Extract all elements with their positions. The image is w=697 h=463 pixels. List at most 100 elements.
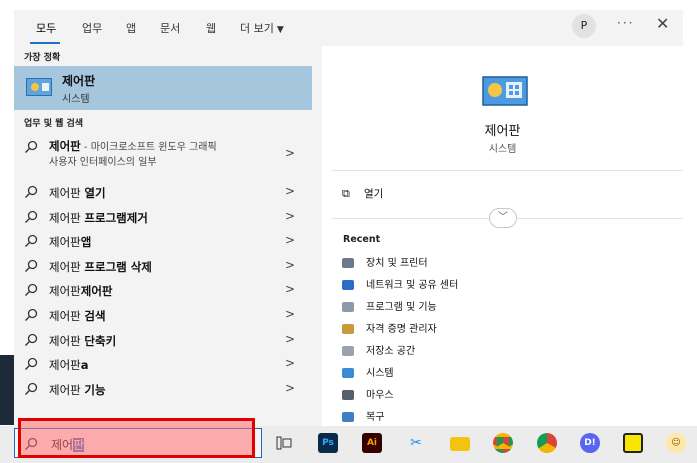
recent-item-credentials[interactable]: 자격 증명 관리자 <box>342 320 437 335</box>
recent-item-label: 장치 및 프린터 <box>366 258 428 269</box>
suggestion-text: 제어판 프로그램제거 <box>49 210 148 226</box>
storage-icon <box>342 346 354 356</box>
task-view-icon[interactable] <box>276 435 292 451</box>
search-icon <box>25 283 38 296</box>
tab-all[interactable]: 모두 <box>36 20 56 36</box>
search-icon <box>25 140 38 153</box>
chevron-right-icon[interactable]: > <box>285 307 295 321</box>
search-icon <box>25 210 38 223</box>
suggestion-text: 제어판 검색 <box>49 308 106 324</box>
suggestion-text: 제어판 기능 <box>49 382 106 398</box>
suggestion-row[interactable]: 제어판a > <box>14 353 312 377</box>
tab-apps[interactable]: 앱 <box>126 20 136 36</box>
suggestion-text: 제어판 프로그램 삭제 <box>49 259 152 275</box>
suggestion-base: 제어판 <box>49 284 81 298</box>
suggestion-base: 제어판 <box>49 211 85 225</box>
credential-icon <box>342 324 354 334</box>
web-result-suffix: - 마이크로소프트 윈도우 그래픽 <box>80 142 217 153</box>
suggestion-base: 제어판 <box>49 383 85 397</box>
search-icon <box>25 333 38 346</box>
tab-web[interactable]: 웹 <box>206 20 216 36</box>
web-result-row[interactable]: 제어판 - 마이크로소프트 윈도우 그래픽 사용자 인터페이스의 일부 > <box>14 136 312 172</box>
suggestion-text: 제어판 단축키 <box>49 333 116 349</box>
suggestion-bold: 앱 <box>80 235 92 249</box>
web-search-heading: 업무 및 웹 검색 <box>24 119 84 129</box>
expand-button[interactable]: ﹀ <box>489 208 517 228</box>
chevron-right-icon[interactable]: > <box>285 332 295 346</box>
suggestion-bold: 기능 <box>84 383 106 397</box>
suggestion-row[interactable]: 제어판 열기 > <box>14 181 312 205</box>
suggestion-base: 제어판 <box>49 334 85 348</box>
close-button[interactable]: ✕ <box>656 14 669 33</box>
chevron-right-icon[interactable]: > <box>285 146 295 160</box>
web-result-line2: 사용자 인터페이스의 일부 <box>49 157 157 168</box>
recent-item-label: 복구 <box>366 412 385 423</box>
suggestion-text: 제어판a <box>49 357 89 373</box>
emoji-app-icon[interactable]: ☺ <box>666 433 686 453</box>
results-list: 가장 정확 제어판 시스템 업무 및 웹 검색 제어판 - 마이크로소프트 윈도… <box>14 46 312 426</box>
recent-item-network[interactable]: 네트워크 및 공유 센터 <box>342 276 458 291</box>
tab-documents[interactable]: 문서 <box>160 20 180 36</box>
chevron-right-icon[interactable]: > <box>285 381 295 395</box>
recent-item-recovery[interactable]: 복구 <box>342 408 384 423</box>
highlight-box <box>18 418 255 458</box>
suggestion-bold: 프로그램제거 <box>84 211 148 225</box>
tab-more-label: 더 보기 <box>240 22 274 35</box>
search-panel: 모두 업무 앱 문서 웹 더 보기 ▼ P ··· ✕ 가장 정확 제어판 시스템… <box>14 10 683 426</box>
suggestion-base: 제어판 <box>49 260 85 274</box>
chevron-right-icon[interactable]: > <box>285 209 295 223</box>
photoshop-icon[interactable]: Ps <box>318 433 338 453</box>
suggestion-row[interactable]: 제어판제어판 > <box>14 279 312 303</box>
recovery-icon <box>342 412 354 422</box>
suggestion-row[interactable]: 제어판 프로그램제거 > <box>14 206 312 230</box>
file-explorer-icon[interactable] <box>450 437 470 451</box>
recent-item-label: 마우스 <box>366 390 394 401</box>
tab-more[interactable]: 더 보기 ▼ <box>240 20 284 36</box>
chevron-right-icon[interactable]: > <box>285 258 295 272</box>
recent-item-label: 시스템 <box>366 368 394 379</box>
best-match-item[interactable]: 제어판 시스템 <box>14 66 312 110</box>
desktop-edge <box>0 355 14 425</box>
preview-subtitle: 시스템 <box>488 144 517 155</box>
suggestion-bold: 제어판 <box>80 284 113 298</box>
sticky-notes-icon[interactable] <box>623 433 643 453</box>
suggestion-row[interactable]: 제어판앱 > <box>14 230 312 254</box>
recent-item-label: 저장소 공간 <box>366 346 416 357</box>
chevron-right-icon[interactable]: > <box>285 356 295 370</box>
suggestion-text: 제어판제어판 <box>49 283 113 299</box>
illustrator-icon[interactable]: Ai <box>362 433 382 453</box>
search-icon <box>25 259 38 272</box>
suggestion-bold: 프로그램 삭제 <box>84 260 152 274</box>
system-icon <box>342 368 354 378</box>
avatar[interactable]: P <box>572 14 596 38</box>
chevron-right-icon[interactable]: > <box>285 282 295 296</box>
search-icon <box>25 185 38 198</box>
chrome-alt-icon[interactable] <box>537 433 557 453</box>
chevron-right-icon[interactable]: > <box>285 184 295 198</box>
suggestion-row[interactable]: 제어판 프로그램 삭제 > <box>14 255 312 279</box>
divider <box>332 170 683 171</box>
preview-title: 제어판 <box>484 124 521 139</box>
suggestion-row[interactable]: 제어판 단축키 > <box>14 329 312 353</box>
open-action[interactable]: ⧉ 열기 <box>342 186 383 201</box>
tab-work[interactable]: 업무 <box>82 20 102 36</box>
suggestion-bold: 단축키 <box>84 334 117 348</box>
suggestion-row[interactable]: 제어판 기능 > <box>14 378 312 402</box>
recent-item-label: 프로그램 및 기능 <box>366 302 437 313</box>
recent-item-devices[interactable]: 장치 및 프린터 <box>342 254 428 269</box>
recent-item-storage[interactable]: 저장소 공간 <box>342 342 415 357</box>
more-options-button[interactable]: ··· <box>617 16 634 30</box>
discord-icon[interactable]: D! <box>580 433 600 453</box>
recent-item-mouse[interactable]: 마우스 <box>342 386 394 401</box>
chevron-right-icon[interactable]: > <box>285 233 295 247</box>
suggestion-row[interactable]: 제어판 검색 > <box>14 304 312 328</box>
best-match-title: 제어판 <box>62 74 96 88</box>
recent-item-programs[interactable]: 프로그램 및 기능 <box>342 298 437 313</box>
recent-item-system[interactable]: 시스템 <box>342 364 394 379</box>
snipping-tool-icon[interactable]: ✂ <box>406 433 426 453</box>
active-tab-indicator <box>30 42 60 44</box>
search-icon <box>25 357 38 370</box>
suggestion-bold: 열기 <box>84 186 106 200</box>
web-result-title: 제어판 <box>49 139 81 153</box>
chrome-icon[interactable] <box>493 433 513 453</box>
